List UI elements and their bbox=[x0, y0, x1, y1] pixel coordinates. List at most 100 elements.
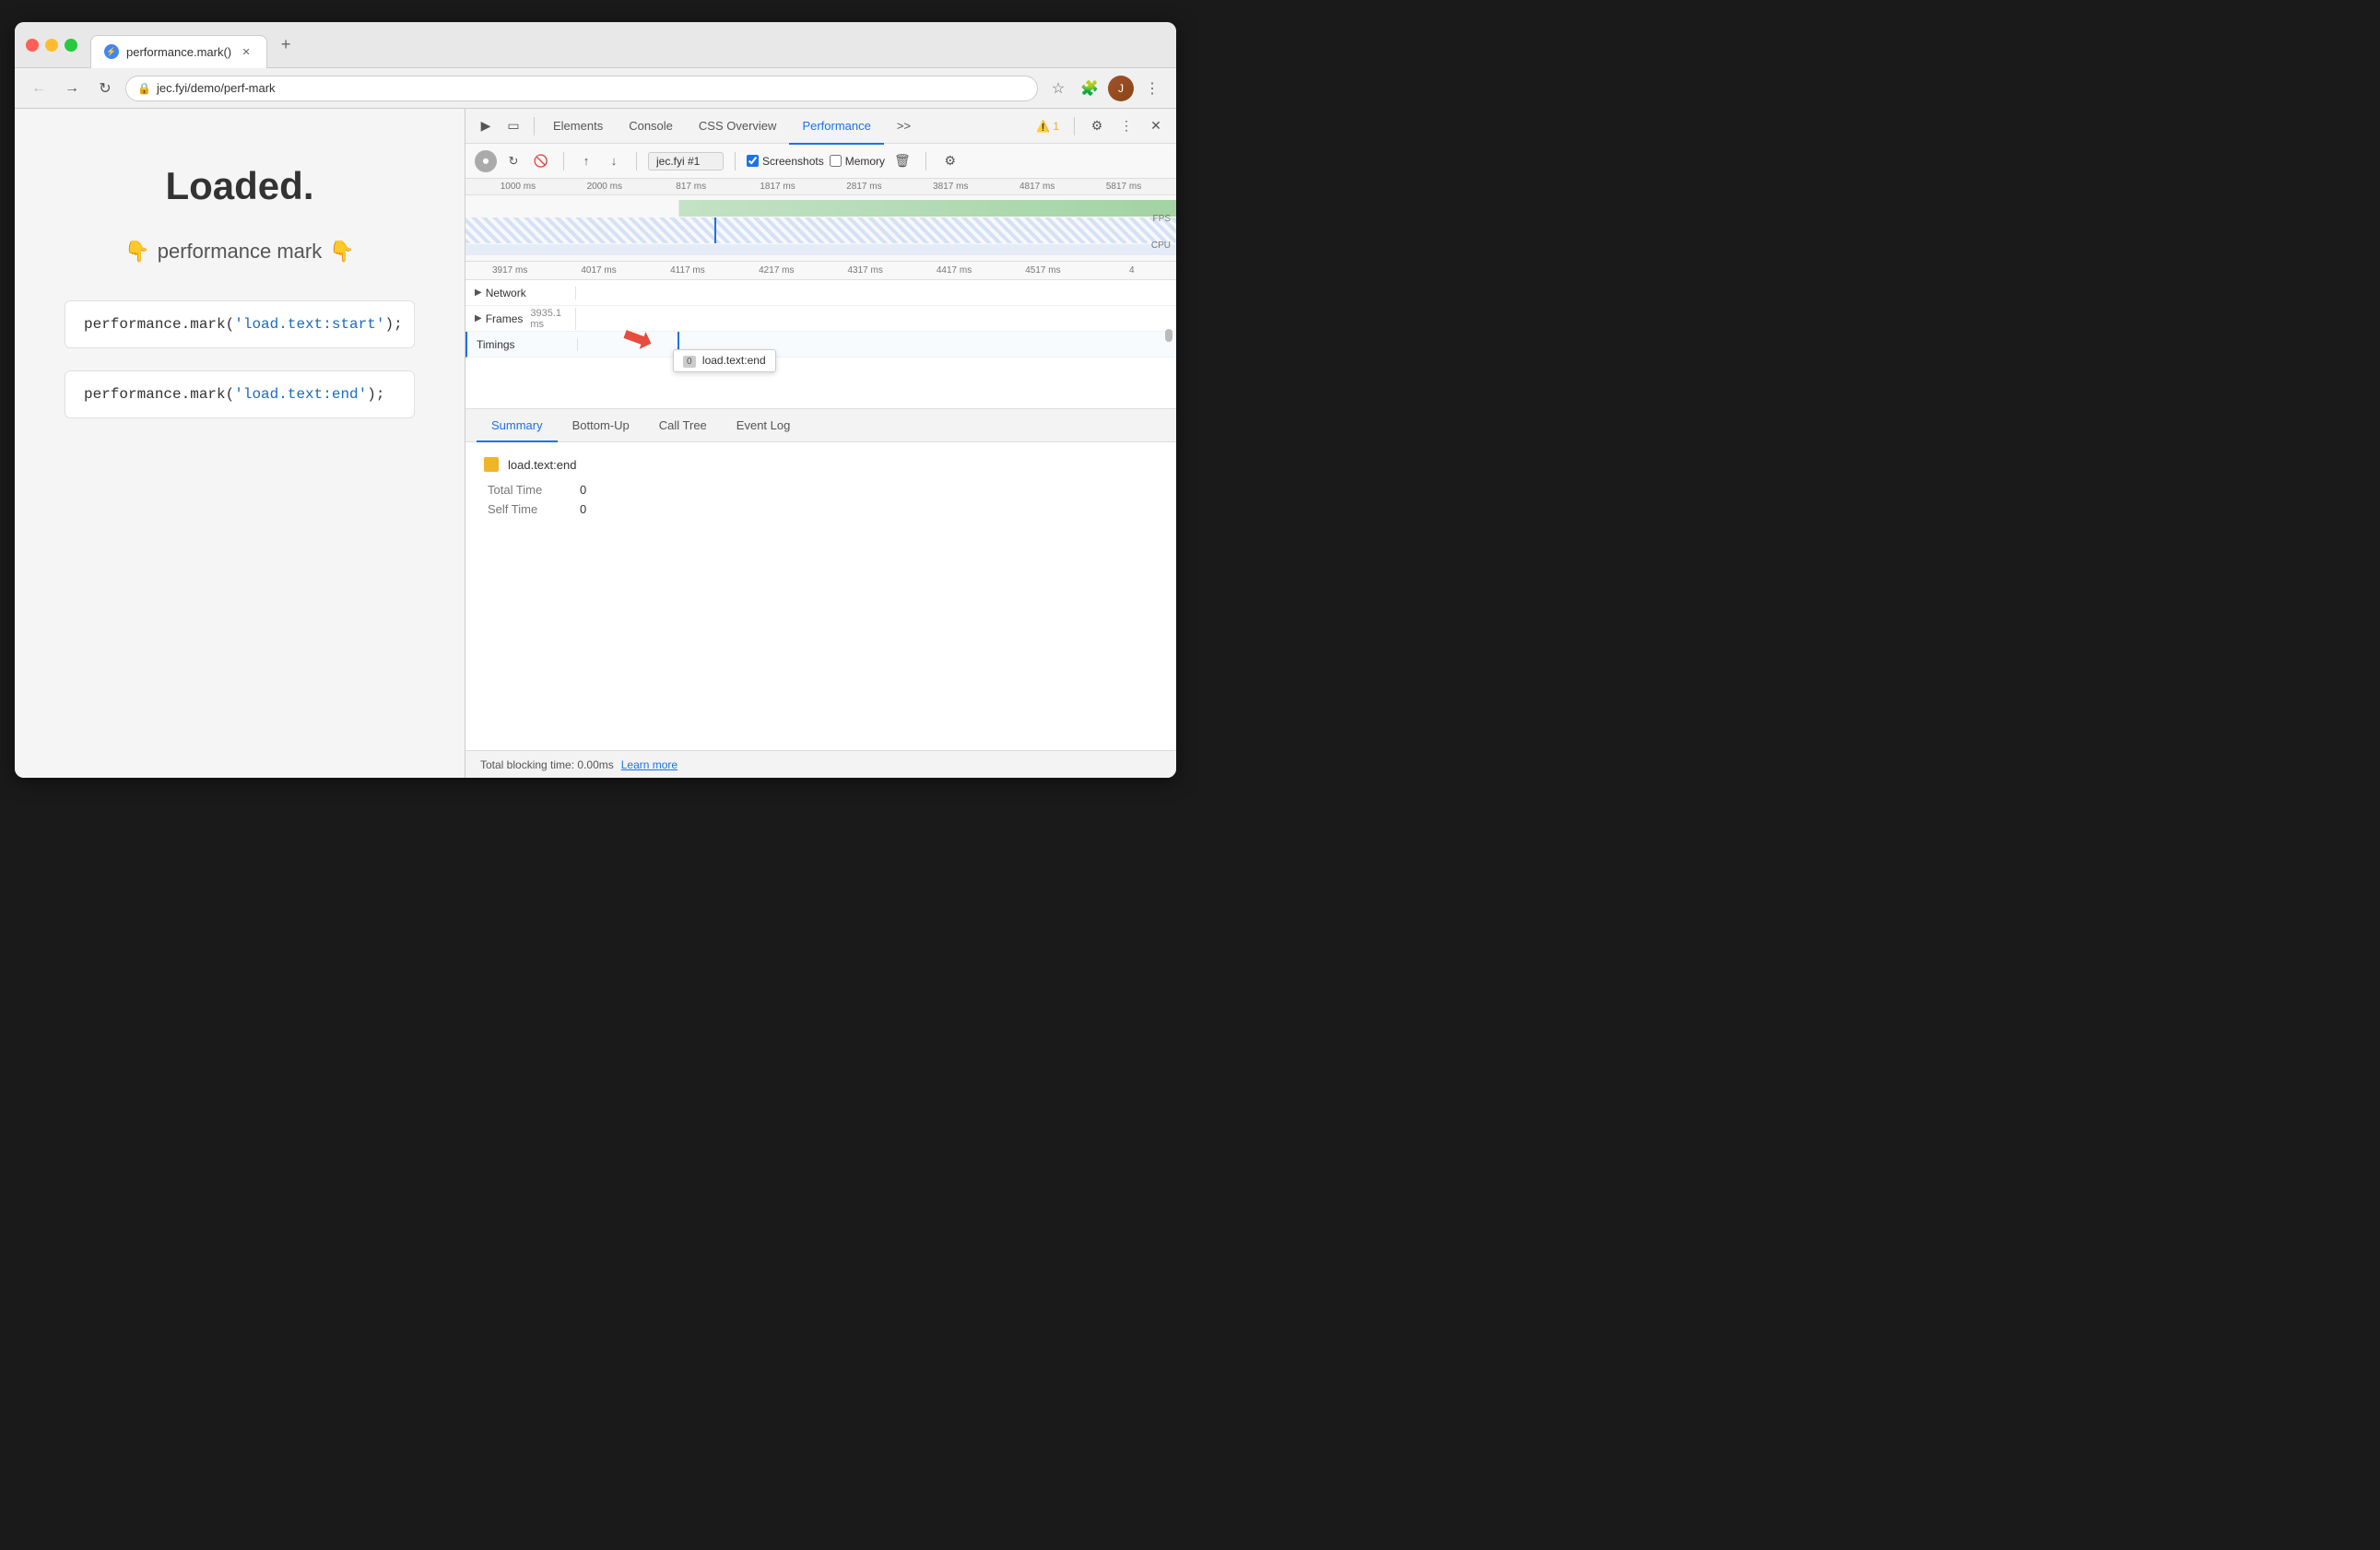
perf-separator-4 bbox=[925, 152, 926, 170]
tab-more[interactable]: >> bbox=[884, 110, 924, 145]
screenshots-checkbox[interactable] bbox=[747, 155, 759, 167]
network-expand[interactable]: ▶ bbox=[475, 288, 482, 298]
learn-more-link[interactable]: Learn more bbox=[621, 758, 677, 771]
code1-suffix: ); bbox=[384, 316, 402, 333]
responsive-design-button[interactable]: ▭ bbox=[501, 113, 526, 139]
performance-toolbar: ⏺ ↻ 🚫 ↑ ↓ jec.fyi #1 Screenshots bbox=[465, 144, 1176, 179]
frames-time: 3935.1 ms bbox=[530, 308, 575, 330]
network-content bbox=[576, 280, 1176, 305]
timeline-overview[interactable]: 1000 ms 2000 ms 817 ms 1817 ms 2817 ms 3… bbox=[465, 179, 1176, 262]
tab-performance[interactable]: Performance bbox=[789, 110, 883, 145]
timings-label: Timings bbox=[467, 338, 578, 351]
network-label-text: Network bbox=[486, 287, 526, 299]
bottom-panel: Summary Bottom-Up Call Tree Event Log bbox=[465, 409, 1176, 778]
frames-row: ▶ Frames 3935.1 ms bbox=[465, 306, 1176, 332]
code-block-2: performance.mark('load.text:end'); bbox=[65, 370, 415, 418]
title-bar: ⚡ performance.mark() ✕ + bbox=[15, 22, 1176, 68]
memory-checkbox[interactable] bbox=[830, 155, 842, 167]
tab-summary[interactable]: Summary bbox=[477, 409, 558, 442]
tooltip-text: load.text:end bbox=[702, 354, 766, 367]
tab-bar: ⚡ performance.mark() ✕ + bbox=[90, 22, 1165, 67]
tab-bottom-up[interactable]: Bottom-Up bbox=[558, 409, 644, 442]
traffic-lights bbox=[26, 39, 77, 52]
timings-label-text: Timings bbox=[477, 338, 515, 351]
code1-prefix: performance.mark( bbox=[84, 316, 234, 333]
secure-icon: 🔒 bbox=[137, 82, 151, 95]
upload-button[interactable]: ↑ bbox=[575, 150, 597, 172]
record-button[interactable]: ⏺ bbox=[475, 150, 497, 172]
download-button[interactable]: ↓ bbox=[603, 150, 625, 172]
clear-button[interactable]: 🚫 bbox=[530, 150, 552, 172]
warning-badge: ⚠️ 1 bbox=[1031, 120, 1065, 133]
code-block-1: performance.mark('load.text:start'); bbox=[65, 300, 415, 348]
back-button[interactable]: ← bbox=[26, 76, 52, 101]
tab-close-button[interactable]: ✕ bbox=[239, 44, 253, 59]
profile-avatar[interactable]: J bbox=[1108, 76, 1134, 101]
timeline-overview-labels: 1000 ms 2000 ms 817 ms 1817 ms 2817 ms 3… bbox=[465, 179, 1176, 195]
maximize-button[interactable] bbox=[65, 39, 77, 52]
frames-expand[interactable]: ▶ bbox=[475, 313, 482, 323]
perf-separator-2 bbox=[636, 152, 637, 170]
toolbar-separator-2 bbox=[1074, 117, 1075, 135]
more-options-button[interactable]: ⋮ bbox=[1113, 113, 1139, 139]
trash-button[interactable]: 🗑 bbox=[890, 153, 914, 169]
menu-button[interactable]: ⋮ bbox=[1139, 76, 1165, 101]
detail-time-4: 4217 ms bbox=[732, 265, 820, 276]
emoji-right: 👇 bbox=[329, 240, 354, 264]
tab-call-tree[interactable]: Call Tree bbox=[644, 409, 722, 442]
subtitle-text: performance mark bbox=[158, 240, 323, 264]
fps-row bbox=[465, 200, 1176, 217]
code1-string: 'load.text:start' bbox=[234, 316, 384, 333]
devtools-toolbar: ▶ ▭ Elements Console CSS Overview Perfor… bbox=[465, 109, 1176, 144]
bookmark-button[interactable]: ☆ bbox=[1045, 76, 1071, 101]
close-button[interactable] bbox=[26, 39, 39, 52]
detail-time-7: 4517 ms bbox=[998, 265, 1087, 276]
minimize-button[interactable] bbox=[45, 39, 58, 52]
timeline-detail[interactable]: 3917 ms 4017 ms 4117 ms 4217 ms 4317 ms … bbox=[465, 262, 1176, 409]
memory-checkbox-label[interactable]: Memory bbox=[830, 155, 885, 168]
settings-button[interactable]: ⚙ bbox=[1084, 113, 1110, 139]
fps-label: FPS bbox=[1151, 214, 1171, 224]
code2-string: 'load.text:end' bbox=[234, 386, 367, 403]
detail-time-3: 4117 ms bbox=[643, 265, 732, 276]
tab-css-overview[interactable]: CSS Overview bbox=[686, 110, 790, 145]
total-time-row: Total Time 0 bbox=[484, 483, 1158, 497]
browser-tab[interactable]: ⚡ performance.mark() ✕ bbox=[90, 35, 267, 68]
frames-label: ▶ Frames 3935.1 ms bbox=[465, 308, 576, 330]
inspect-element-button[interactable]: ▶ bbox=[473, 113, 499, 139]
tab-console[interactable]: Console bbox=[616, 110, 686, 145]
perf-settings-button[interactable]: ⚙ bbox=[937, 148, 963, 174]
warning-icon: ⚠️ bbox=[1036, 120, 1050, 133]
timeline-rows: ▶ Network ▶ Frames 3935.1 ms bbox=[465, 280, 1176, 358]
tab-event-log[interactable]: Event Log bbox=[722, 409, 806, 442]
reload-record-button[interactable]: ↻ bbox=[502, 150, 524, 172]
screenshots-label: Screenshots bbox=[762, 155, 824, 168]
new-tab-button[interactable]: + bbox=[273, 32, 299, 58]
devtools-inspect-icons: ▶ ▭ bbox=[473, 113, 540, 139]
performance-mark-tooltip: 0 load.text:end bbox=[673, 349, 776, 372]
reload-button[interactable]: ↻ bbox=[92, 76, 118, 101]
forward-button[interactable]: → bbox=[59, 76, 85, 101]
time-label-1: 1000 ms bbox=[475, 182, 561, 192]
time-ruler: 3917 ms 4017 ms 4117 ms 4217 ms 4317 ms … bbox=[465, 262, 1176, 280]
session-select-container: jec.fyi #1 bbox=[648, 152, 724, 170]
close-devtools-button[interactable]: ✕ bbox=[1143, 113, 1169, 139]
cpu-row bbox=[465, 217, 1176, 243]
screenshots-checkbox-label[interactable]: Screenshots bbox=[747, 155, 824, 168]
network-label: ▶ Network bbox=[465, 287, 576, 299]
page-heading: Loaded. bbox=[165, 164, 313, 208]
tab-favicon: ⚡ bbox=[104, 44, 119, 59]
time-label-2: 2000 ms bbox=[561, 182, 648, 192]
browser-window: ⚡ performance.mark() ✕ + ← → ↻ 🔒 jec.fyi… bbox=[15, 22, 1176, 778]
page-content: Loaded. 👇 performance mark 👇 performance… bbox=[15, 109, 465, 778]
session-select[interactable]: jec.fyi #1 bbox=[648, 152, 724, 170]
extensions-button[interactable]: 🧩 bbox=[1077, 76, 1102, 101]
status-bar: Total blocking time: 0.00ms Learn more bbox=[465, 750, 1176, 778]
tab-title: performance.mark() bbox=[126, 45, 231, 59]
time-label-6: 3817 ms bbox=[907, 182, 994, 192]
tab-elements[interactable]: Elements bbox=[540, 110, 616, 145]
detail-time-5: 4317 ms bbox=[821, 265, 910, 276]
timeline-scrollbar[interactable] bbox=[1165, 329, 1172, 342]
detail-time-8: 4 bbox=[1088, 265, 1176, 276]
url-bar[interactable]: 🔒 jec.fyi/demo/perf-mark bbox=[125, 76, 1038, 101]
